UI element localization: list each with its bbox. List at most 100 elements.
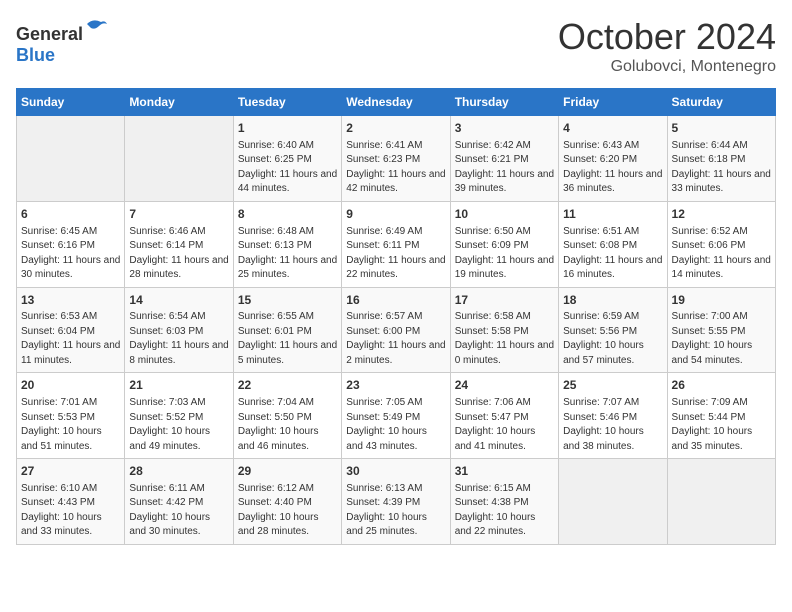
day-number: 25 [563,377,662,394]
calendar-week-row: 13Sunrise: 6:53 AMSunset: 6:04 PMDayligh… [17,287,776,373]
calendar-day-31: 31 Sunrise: 6:15 AMSunset: 4:38 PMDayligh… [450,459,558,545]
calendar-day-26: 26 Sunrise: 7:09 AMSunset: 5:44 PMDayligh… [667,373,775,459]
calendar-week-row: 1Sunrise: 6:40 AMSunset: 6:25 PMDaylight… [17,116,776,202]
day-number: 3 [455,120,554,137]
day-number: 28 [129,463,228,480]
calendar-day-16: 16Sunrise: 6:57 AMSunset: 6:00 PMDayligh… [342,287,450,373]
weekday-header-tuesday: Tuesday [233,89,341,116]
calendar-table: SundayMondayTuesdayWednesdayThursdayFrid… [16,88,776,545]
day-info: Sunrise: 6:53 AMSunset: 6:04 PMDaylight:… [21,310,120,368]
day-number: 7 [129,206,228,223]
calendar-day-21: 21Sunrise: 7:03 AMSunset: 5:52 PMDayligh… [125,373,233,459]
day-info: Sunrise: 6:58 AMSunset: 5:58 PMDaylight:… [455,310,554,368]
day-info: Sunrise: 6:45 AMSunset: 6:16 PMDaylight:… [21,225,120,283]
day-info: Sunrise: 6:13 AMSunset: 4:39 PMDaylight:… [346,482,445,540]
day-number: 2 [346,120,445,137]
logo-general: General [16,24,83,44]
day-info: Sunrise: 6:50 AMSunset: 6:09 PMDaylight:… [455,225,554,283]
calendar-day-13: 13Sunrise: 6:53 AMSunset: 6:04 PMDayligh… [17,287,125,373]
calendar-day-20: 20 Sunrise: 7:01 AMSunset: 5:53 PMDayligh… [17,373,125,459]
empty-cell [125,116,233,202]
day-info: Sunrise: 6:43 AMSunset: 6:20 PMDaylight:… [563,139,662,197]
day-number: 27 [21,463,120,480]
day-number: 20 [21,377,120,394]
weekday-header-monday: Monday [125,89,233,116]
day-number: 13 [21,292,120,309]
calendar-day-4: 4 Sunrise: 6:43 AMSunset: 6:20 PMDaylight… [559,116,667,202]
day-info: Sunrise: 6:15 AMSunset: 4:38 PMDaylight:… [455,482,554,540]
calendar-week-row: 20 Sunrise: 7:01 AMSunset: 5:53 PMDayligh… [17,373,776,459]
day-info: Sunrise: 6:11 AMSunset: 4:42 PMDaylight:… [129,482,228,540]
weekday-header-wednesday: Wednesday [342,89,450,116]
day-info: Sunrise: 6:10 AMSunset: 4:43 PMDaylight:… [21,482,120,540]
day-number: 22 [238,377,337,394]
empty-cell [17,116,125,202]
calendar-day-25: 25 Sunrise: 7:07 AMSunset: 5:46 PMDayligh… [559,373,667,459]
day-info: Sunrise: 7:04 AMSunset: 5:50 PMDaylight:… [238,396,337,454]
day-number: 10 [455,206,554,223]
day-info: Sunrise: 7:09 AMSunset: 5:44 PMDaylight:… [672,396,771,454]
day-number: 17 [455,292,554,309]
day-info: Sunrise: 7:00 AMSunset: 5:55 PMDaylight:… [672,310,771,368]
calendar-day-11: 11 Sunrise: 6:51 AMSunset: 6:08 PMDayligh… [559,201,667,287]
calendar-day-5: 5 Sunrise: 6:44 AMSunset: 6:18 PMDaylight… [667,116,775,202]
weekday-header-friday: Friday [559,89,667,116]
calendar-day-17: 17Sunrise: 6:58 AMSunset: 5:58 PMDayligh… [450,287,558,373]
calendar-day-28: 28 Sunrise: 6:11 AMSunset: 4:42 PMDayligh… [125,459,233,545]
day-info: Sunrise: 7:07 AMSunset: 5:46 PMDaylight:… [563,396,662,454]
location-subtitle: Golubovci, Montenegro [558,58,776,76]
calendar-day-23: 23Sunrise: 7:05 AMSunset: 5:49 PMDayligh… [342,373,450,459]
empty-cell [559,459,667,545]
day-info: Sunrise: 6:55 AMSunset: 6:01 PMDaylight:… [238,310,337,368]
title-section: October 2024 Golubovci, Montenegro [558,16,776,76]
day-number: 8 [238,206,337,223]
calendar-day-29: 29 Sunrise: 6:12 AMSunset: 4:40 PMDayligh… [233,459,341,545]
logo: General Blue [16,16,109,66]
day-number: 19 [672,292,771,309]
day-info: Sunrise: 6:54 AMSunset: 6:03 PMDaylight:… [129,310,228,368]
calendar-day-1: 1Sunrise: 6:40 AMSunset: 6:25 PMDaylight… [233,116,341,202]
day-number: 12 [672,206,771,223]
day-info: Sunrise: 6:48 AMSunset: 6:13 PMDaylight:… [238,225,337,283]
day-number: 30 [346,463,445,480]
day-info: Sunrise: 6:59 AMSunset: 5:56 PMDaylight:… [563,310,662,368]
day-number: 6 [21,206,120,223]
day-info: Sunrise: 6:52 AMSunset: 6:06 PMDaylight:… [672,225,771,283]
calendar-week-row: 27 Sunrise: 6:10 AMSunset: 4:43 PMDayligh… [17,459,776,545]
day-number: 18 [563,292,662,309]
logo-blue: Blue [16,45,55,65]
day-number: 11 [563,206,662,223]
calendar-day-30: 30 Sunrise: 6:13 AMSunset: 4:39 PMDayligh… [342,459,450,545]
day-number: 4 [563,120,662,137]
calendar-day-10: 10 Sunrise: 6:50 AMSunset: 6:09 PMDayligh… [450,201,558,287]
day-number: 31 [455,463,554,480]
day-info: Sunrise: 7:01 AMSunset: 5:53 PMDaylight:… [21,396,120,454]
day-info: Sunrise: 6:51 AMSunset: 6:08 PMDaylight:… [563,225,662,283]
calendar-day-8: 8 Sunrise: 6:48 AMSunset: 6:13 PMDaylight… [233,201,341,287]
logo-bird-icon [85,16,109,40]
day-number: 5 [672,120,771,137]
day-info: Sunrise: 6:49 AMSunset: 6:11 PMDaylight:… [346,225,445,283]
calendar-day-12: 12 Sunrise: 6:52 AMSunset: 6:06 PMDayligh… [667,201,775,287]
empty-cell [667,459,775,545]
day-number: 29 [238,463,337,480]
day-info: Sunrise: 6:12 AMSunset: 4:40 PMDaylight:… [238,482,337,540]
calendar-day-2: 2Sunrise: 6:41 AMSunset: 6:23 PMDaylight… [342,116,450,202]
calendar-day-22: 22 Sunrise: 7:04 AMSunset: 5:50 PMDayligh… [233,373,341,459]
day-info: Sunrise: 6:57 AMSunset: 6:00 PMDaylight:… [346,310,445,368]
day-info: Sunrise: 7:06 AMSunset: 5:47 PMDaylight:… [455,396,554,454]
day-number: 14 [129,292,228,309]
calendar-day-9: 9Sunrise: 6:49 AMSunset: 6:11 PMDaylight… [342,201,450,287]
day-number: 26 [672,377,771,394]
calendar-day-19: 19Sunrise: 7:00 AMSunset: 5:55 PMDayligh… [667,287,775,373]
day-info: Sunrise: 6:44 AMSunset: 6:18 PMDaylight:… [672,139,771,197]
weekday-header-sunday: Sunday [17,89,125,116]
calendar-week-row: 6 Sunrise: 6:45 AMSunset: 6:16 PMDaylight… [17,201,776,287]
calendar-day-18: 18Sunrise: 6:59 AMSunset: 5:56 PMDayligh… [559,287,667,373]
day-number: 16 [346,292,445,309]
page-header: General Blue October 2024 Golubovci, Mon… [16,16,776,76]
calendar-day-3: 3Sunrise: 6:42 AMSunset: 6:21 PMDaylight… [450,116,558,202]
calendar-day-7: 7Sunrise: 6:46 AMSunset: 6:14 PMDaylight… [125,201,233,287]
month-title: October 2024 [558,16,776,58]
day-info: Sunrise: 7:05 AMSunset: 5:49 PMDaylight:… [346,396,445,454]
